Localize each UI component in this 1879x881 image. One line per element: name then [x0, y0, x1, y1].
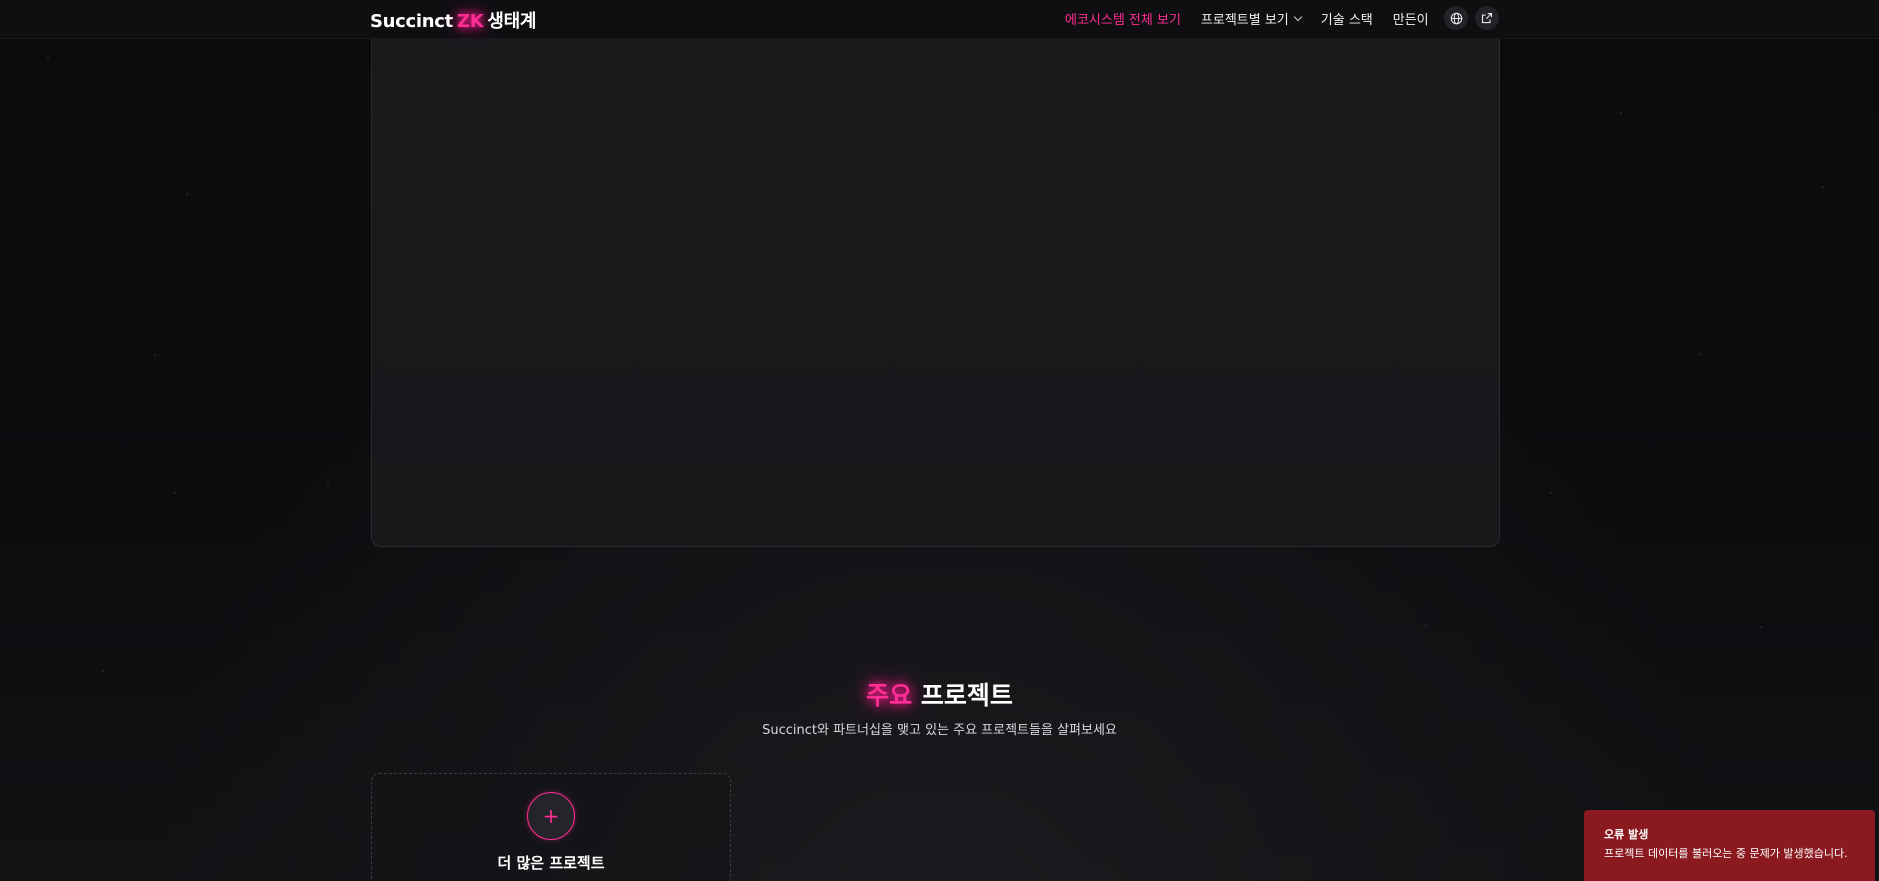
background-star: [1760, 626, 1762, 628]
background-star: [327, 484, 329, 486]
background-star: [1699, 353, 1701, 355]
background-star: [102, 670, 104, 672]
external-link-button[interactable]: [1475, 6, 1499, 30]
background-star: [154, 354, 156, 356]
site-logo[interactable]: Succinct ZK 생태계: [370, 7, 536, 33]
background-star: [186, 193, 188, 195]
toast-message: 프로젝트 데이터를 불러오는 중 문제가 발생했습니다.: [1604, 847, 1848, 860]
background-star: [47, 57, 49, 59]
background-star: [1425, 625, 1427, 627]
error-toast[interactable]: 오류 발생 프로젝트 데이터를 불러오는 중 문제가 발생했습니다.: [1584, 810, 1875, 881]
section-title: 주요 프로젝트: [0, 676, 1879, 712]
more-projects-label: 더 많은 프로젝트: [497, 854, 605, 872]
section-title-accent: 주요: [866, 681, 913, 710]
ecosystem-visualization-panel: [371, 38, 1500, 547]
nav-item-by-project[interactable]: 프로젝트별 보기: [1200, 9, 1303, 28]
section-title-rest: 프로젝트: [920, 681, 1013, 710]
nav-item-tech-stack[interactable]: 기술 스택: [1321, 9, 1373, 28]
section-subtitle: Succinct와 파트너십을 맺고 있는 주요 프로젝트들을 살펴보세요: [762, 723, 1117, 738]
chevron-down-icon: [1293, 12, 1303, 22]
background-star: [1550, 492, 1552, 494]
nav-item-label: 만든이: [1392, 13, 1429, 28]
background-star: [1620, 112, 1622, 114]
external-link-icon: [1481, 12, 1493, 24]
language-button[interactable]: [1444, 6, 1468, 30]
top-nav-bar: Succinct ZK 생태계 에코시스템 전체 보기 프로젝트별 보기 기술 스택…: [0, 0, 1879, 39]
background-star: [174, 492, 176, 494]
background-star: [1822, 186, 1824, 188]
nav-item-label: 기술 스택: [1320, 13, 1373, 28]
logo-suffix: 생태계: [487, 11, 537, 32]
plus-icon: +: [527, 792, 575, 840]
page: Succinct ZK 생태계 에코시스템 전체 보기 프로젝트별 보기 기술 스택…: [0, 0, 1879, 881]
globe-icon: [1450, 12, 1462, 24]
nav-item-creators[interactable]: 만든이: [1393, 9, 1429, 28]
logo-prefix: Succinct: [370, 11, 453, 32]
nav-item-label: 에코시스템 전체 보기: [1065, 13, 1181, 28]
more-projects-card[interactable]: + 더 많은 프로젝트: [371, 773, 731, 881]
nav-item-ecosystem-overview[interactable]: 에코시스템 전체 보기: [1065, 9, 1181, 28]
toast-title: 오류 발생: [1604, 828, 1649, 841]
nav-item-label: 프로젝트별 보기: [1200, 13, 1289, 28]
main-nav: 에코시스템 전체 보기 프로젝트별 보기 기술 스택 만든이: [1065, 9, 1449, 28]
logo-accent: ZK: [456, 11, 484, 32]
